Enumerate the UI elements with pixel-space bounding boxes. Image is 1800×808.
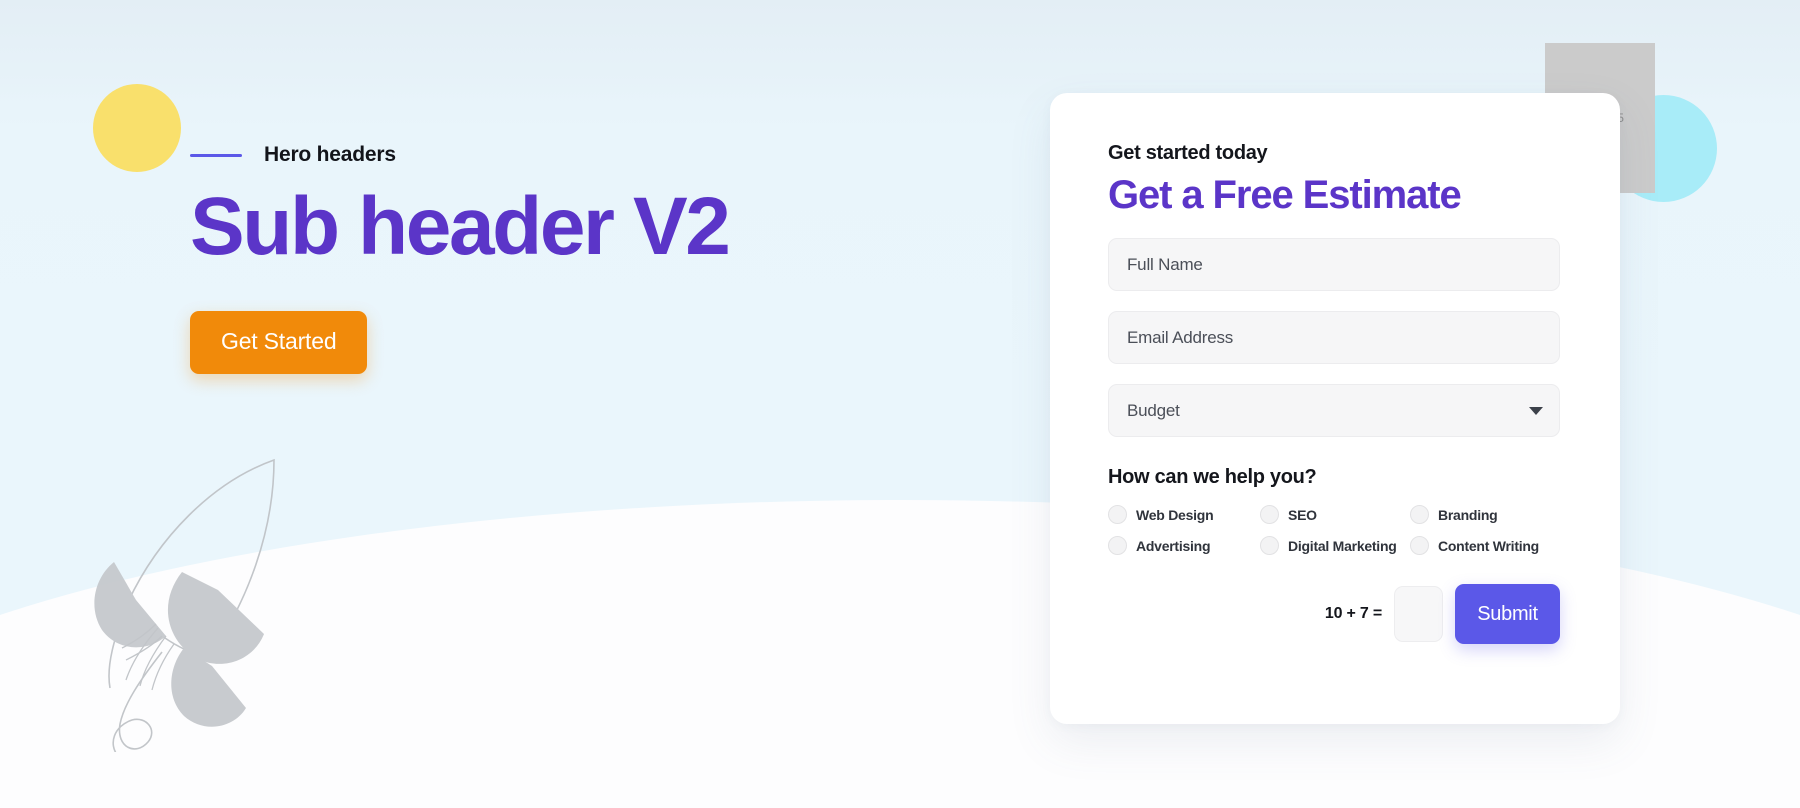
- checkbox-icon[interactable]: [1410, 536, 1429, 555]
- option-web-design[interactable]: Web Design: [1108, 505, 1260, 524]
- option-advertising[interactable]: Advertising: [1108, 536, 1260, 555]
- eyebrow-rule-decoration: [190, 153, 242, 157]
- option-seo[interactable]: SEO: [1260, 505, 1410, 524]
- budget-select[interactable]: Budget: [1108, 384, 1560, 437]
- help-options-group: Web Design SEO Branding Advertising Digi…: [1108, 505, 1562, 555]
- hero-page: 95 x 125 Hero headers Sub header V2 Get …: [0, 0, 1800, 808]
- help-section-title: How can we help you?: [1108, 466, 1317, 488]
- option-label: Content Writing: [1438, 537, 1539, 554]
- option-branding[interactable]: Branding: [1410, 505, 1560, 524]
- full-name-placeholder: Full Name: [1127, 254, 1203, 274]
- checkbox-icon[interactable]: [1260, 536, 1279, 555]
- submit-button[interactable]: Submit: [1455, 584, 1560, 644]
- hero-section: Hero headers Sub header V2 Get Started: [190, 140, 950, 374]
- hero-eyebrow-row: Hero headers: [190, 140, 950, 170]
- option-label: Digital Marketing: [1288, 537, 1397, 554]
- option-label: Advertising: [1136, 537, 1211, 554]
- email-placeholder: Email Address: [1127, 327, 1234, 347]
- budget-select-value: Budget: [1127, 400, 1180, 420]
- option-digital-marketing[interactable]: Digital Marketing: [1260, 536, 1410, 555]
- rocket-illustration: [94, 458, 275, 752]
- option-label: Web Design: [1136, 506, 1214, 523]
- captcha-input[interactable]: [1394, 586, 1443, 642]
- hero-eyebrow-label: Hero headers: [264, 143, 396, 166]
- option-content-writing[interactable]: Content Writing: [1410, 536, 1560, 555]
- form-eyebrow-label: Get started today: [1108, 142, 1268, 164]
- estimate-form-card: Get started today Get a Free Estimate Fu…: [1050, 93, 1620, 724]
- checkbox-icon[interactable]: [1108, 505, 1127, 524]
- checkbox-icon[interactable]: [1410, 505, 1429, 524]
- form-title: Get a Free Estimate: [1108, 173, 1462, 217]
- yellow-circle-decoration: [93, 84, 181, 172]
- email-field[interactable]: Email Address: [1108, 311, 1560, 364]
- checkbox-icon[interactable]: [1260, 505, 1279, 524]
- captcha-question: 10 + 7 =: [1324, 605, 1382, 622]
- captcha-row: 10 + 7 = Submit: [1108, 584, 1560, 644]
- option-label: Branding: [1438, 506, 1498, 523]
- checkbox-icon[interactable]: [1108, 536, 1127, 555]
- full-name-field[interactable]: Full Name: [1108, 238, 1560, 291]
- page-title: Sub header V2: [190, 181, 731, 272]
- chevron-down-icon: [1529, 406, 1543, 415]
- get-started-button[interactable]: Get Started: [190, 310, 368, 374]
- option-label: SEO: [1288, 506, 1317, 523]
